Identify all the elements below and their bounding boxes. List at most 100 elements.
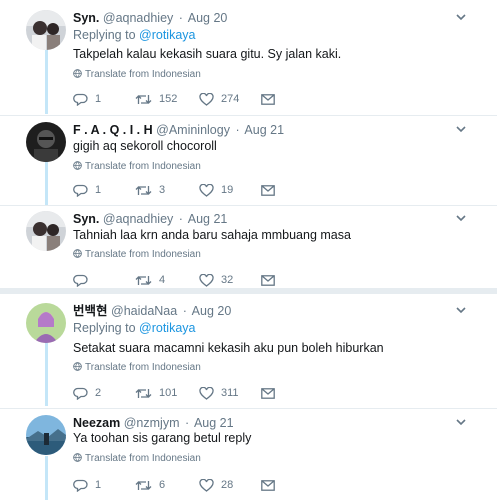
tweet-date[interactable]: Aug 21: [188, 212, 228, 226]
tweet-header: F . A . Q . I . H @Amininlogy · Aug 21: [73, 122, 284, 138]
globe-icon: [73, 453, 82, 462]
message-button[interactable]: [261, 90, 275, 108]
tweet-header: Syn. @aqnadhiey · Aug 21: [73, 211, 227, 227]
tweet[interactable]: Neezam @nzmjym · Aug 21 Ya toohan sis ga…: [0, 415, 497, 500]
translate-label: Translate from Indonesian: [85, 453, 201, 464]
reply-button[interactable]: 1: [73, 90, 101, 108]
chevron-down-icon[interactable]: [455, 124, 467, 134]
reply-count: 1: [95, 184, 102, 196]
tweet[interactable]: Syn. @aqnadhiey · Aug 20 Replying to @ro…: [0, 10, 497, 110]
display-name[interactable]: Syn.: [73, 11, 99, 25]
username[interactable]: @aqnadhiey: [103, 11, 173, 25]
reply-icon: [73, 387, 88, 400]
chevron-down-icon[interactable]: [455, 213, 467, 223]
display-name[interactable]: Neezam: [73, 416, 120, 430]
username[interactable]: @haidaNaa: [111, 304, 177, 318]
tweet[interactable]: Syn. @aqnadhiey · Aug 21 Tahniah laa krn…: [0, 211, 497, 291]
retweet-count: 152: [159, 93, 178, 105]
avatar[interactable]: [26, 122, 66, 162]
mention-link[interactable]: @rotikaya: [139, 28, 195, 42]
like-icon: [199, 478, 214, 492]
avatar[interactable]: [26, 303, 66, 343]
translate-link[interactable]: Translate from Indonesian: [73, 69, 201, 81]
translate-label: Translate from Indonesian: [85, 249, 201, 260]
reply-button[interactable]: 1: [73, 181, 101, 199]
tweet-actions: 1 6 28: [73, 476, 293, 494]
like-button[interactable]: 19: [199, 181, 233, 199]
message-button[interactable]: [261, 476, 275, 494]
tweet-date[interactable]: Aug 21: [194, 416, 234, 430]
avatar[interactable]: [26, 415, 66, 455]
reply-icon: [73, 93, 88, 106]
chevron-down-icon[interactable]: [455, 417, 467, 427]
retweet-icon: [135, 94, 152, 104]
translate-label: Translate from Indonesian: [85, 161, 201, 172]
like-button[interactable]: 311: [199, 384, 239, 402]
like-button[interactable]: 32: [199, 271, 233, 289]
reply-count: 1: [95, 93, 102, 105]
replying-to: Replying to @rotikaya: [73, 27, 196, 43]
separator-dot: ·: [182, 304, 187, 318]
username[interactable]: @aqnadhiey: [103, 212, 173, 226]
tweet-text: Tahniah laa krn anda baru sahaja mmbuang…: [73, 228, 351, 242]
globe-icon: [73, 249, 82, 258]
chevron-down-icon[interactable]: [455, 12, 467, 22]
tweet-actions: 1 3 19: [73, 181, 293, 199]
like-count: 274: [221, 93, 240, 105]
message-icon: [261, 184, 275, 196]
avatar[interactable]: [26, 211, 66, 251]
retweet-icon: [135, 275, 152, 285]
tweet-text: Takpelah kalau kekasih suara gitu. Sy ja…: [73, 47, 342, 61]
username[interactable]: @nzmjym: [124, 416, 180, 430]
username[interactable]: @Amininlogy: [156, 123, 230, 137]
avatar[interactable]: [26, 10, 66, 50]
retweet-count: 101: [159, 387, 178, 399]
like-button[interactable]: 274: [199, 90, 239, 108]
tweet-text: Ya toohan sis garang betul reply: [73, 431, 252, 445]
translate-link[interactable]: Translate from Indonesian: [73, 453, 201, 465]
retweet-button[interactable]: 101: [135, 384, 177, 402]
reply-button[interactable]: 2: [73, 384, 101, 402]
chevron-down-icon[interactable]: [455, 305, 467, 315]
reply-button[interactable]: [73, 271, 95, 289]
tweet-divider: [0, 115, 497, 116]
message-button[interactable]: [261, 181, 275, 199]
message-icon: [261, 93, 275, 105]
translate-link[interactable]: Translate from Indonesian: [73, 249, 201, 261]
reply-icon: [73, 184, 88, 197]
retweet-button[interactable]: 6: [135, 476, 165, 494]
like-count: 32: [221, 274, 234, 286]
retweet-button[interactable]: 3: [135, 181, 165, 199]
like-count: 311: [221, 387, 239, 399]
like-icon: [199, 273, 214, 287]
translate-link[interactable]: Translate from Indonesian: [73, 161, 201, 173]
retweet-button[interactable]: 152: [135, 90, 177, 108]
reply-button[interactable]: 1: [73, 476, 101, 494]
tweet-header: Syn. @aqnadhiey · Aug 20: [73, 10, 227, 26]
separator-dot: ·: [178, 11, 183, 25]
tweet-date[interactable]: Aug 21: [244, 123, 284, 137]
display-name[interactable]: Syn.: [73, 212, 99, 226]
like-button[interactable]: 28: [199, 476, 233, 494]
tweet[interactable]: 번백현 @haidaNaa · Aug 20 Replying to @roti…: [0, 303, 497, 403]
message-button[interactable]: [261, 384, 275, 402]
mention-link[interactable]: @rotikaya: [139, 321, 195, 335]
translate-link[interactable]: Translate from Indonesian: [73, 362, 201, 374]
reply-icon: [73, 479, 88, 492]
message-icon: [261, 274, 275, 286]
tweet[interactable]: F . A . Q . I . H @Amininlogy · Aug 21 g…: [0, 122, 497, 202]
tweet-text: gigih aq sekoroll chocoroll: [73, 139, 217, 153]
display-name[interactable]: F . A . Q . I . H: [73, 123, 153, 137]
retweet-button[interactable]: 4: [135, 271, 165, 289]
globe-icon: [73, 161, 82, 170]
like-count: 28: [221, 479, 234, 491]
tweet-actions: 1 152 274: [73, 90, 293, 108]
tweet-date[interactable]: Aug 20: [188, 11, 228, 25]
globe-icon: [73, 69, 82, 78]
tweet-date[interactable]: Aug 20: [192, 304, 232, 318]
display-name[interactable]: 번백현: [73, 304, 108, 318]
message-button[interactable]: [261, 271, 275, 289]
retweet-icon: [135, 185, 152, 195]
reply-count: 2: [95, 387, 102, 399]
separator-dot: ·: [235, 123, 240, 137]
